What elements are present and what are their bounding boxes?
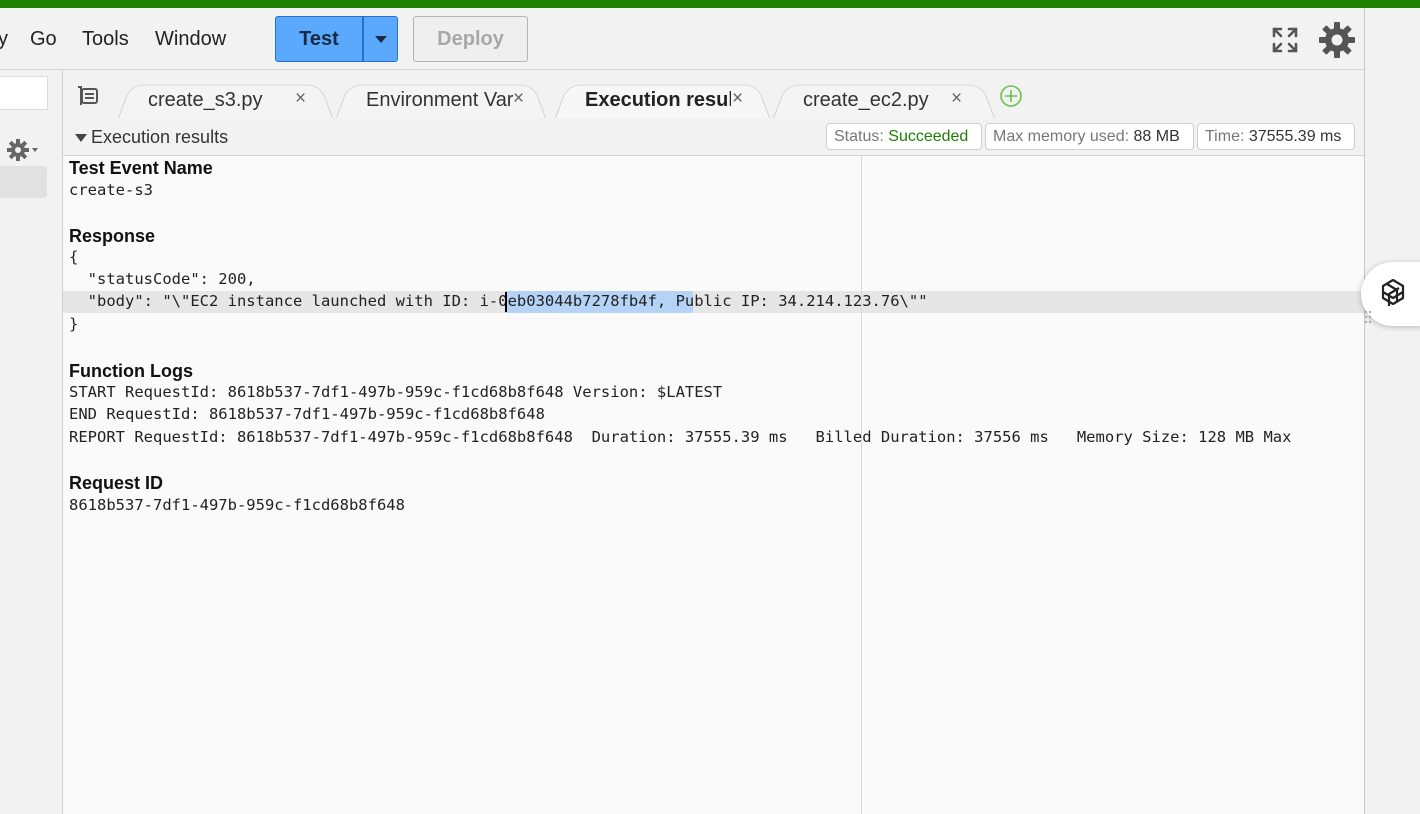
time-value: 37555.39 ms: [1248, 128, 1342, 145]
close-icon[interactable]: ×: [295, 88, 306, 110]
status-value: Succeeded: [888, 128, 969, 145]
close-icon[interactable]: ×: [513, 88, 524, 110]
menu-bar: y Go Tools Window Test Deploy: [0, 8, 1364, 70]
time-key: Time:: [1205, 128, 1245, 145]
tab-create-ec2[interactable]: create_ec2.py ×: [773, 80, 995, 118]
status-badge: Status: Succeeded: [826, 123, 982, 150]
sidebar-gear-icon[interactable]: [6, 138, 40, 162]
function-logs-heading: Function Logs: [69, 361, 193, 381]
sidebar-search-input[interactable]: [0, 76, 48, 110]
log-line: START RequestId: 8618b537-7df1-497b-959c…: [69, 383, 723, 401]
response-line: "statusCode": 200,: [69, 270, 256, 288]
memory-badge: Max memory used: 88 MB: [985, 123, 1194, 150]
chevron-down-icon: [374, 35, 387, 43]
log-line: END RequestId: 8618b537-7df1-497b-959c-f…: [69, 405, 545, 423]
menu-item-go[interactable]: Go: [30, 28, 57, 51]
editor-tab-bar: create_s3.py × Environment Vari × Execut…: [63, 70, 1364, 118]
collapse-caret-icon[interactable]: [75, 134, 87, 142]
tab-execution-results[interactable]: Execution results ×: [555, 80, 770, 118]
menu-item-view[interactable]: y: [0, 28, 8, 51]
status-key: Status:: [834, 128, 884, 145]
close-icon[interactable]: ×: [732, 88, 743, 110]
ai-assistant-icon: [1381, 278, 1405, 306]
assistant-floating-button[interactable]: [1361, 262, 1420, 326]
log-line: REPORT RequestId: 8618b537-7df1-497b-959…: [69, 428, 1292, 446]
test-button[interactable]: Test: [275, 16, 363, 62]
test-dropdown-button[interactable]: [363, 16, 398, 62]
gear-icon[interactable]: [1317, 20, 1357, 60]
print-margin-line: [861, 156, 862, 814]
memory-value: 88 MB: [1133, 128, 1180, 145]
execution-results-header: Execution results Status: Succeeded Max …: [63, 118, 1364, 156]
tab-label: Execution results: [585, 89, 731, 111]
response-line: }: [69, 315, 79, 333]
response-heading: Response: [69, 226, 156, 246]
response-line: {: [69, 248, 79, 266]
execution-output[interactable]: Test Event Name create-s3 Response { "st…: [63, 156, 1364, 814]
sidebar-selected-row[interactable]: [0, 166, 47, 198]
tab-label: create_ec2.py: [803, 89, 929, 111]
left-sidebar: [0, 70, 63, 814]
test-event-heading: Test Event Name: [69, 158, 213, 178]
top-accent-bar: [0, 0, 1420, 8]
close-icon[interactable]: ×: [951, 88, 962, 110]
tab-create-s3[interactable]: create_s3.py ×: [118, 80, 333, 118]
response-line: "body": "\"EC2 instance launched with ID…: [69, 292, 928, 310]
right-side-panel: [1364, 8, 1420, 814]
menu-item-tools[interactable]: Tools: [82, 28, 129, 51]
memory-key: Max memory used:: [993, 128, 1130, 145]
time-badge: Time: 37555.39 ms: [1197, 123, 1355, 150]
tab-label: Environment Vari: [366, 89, 513, 111]
request-id-heading: Request ID: [69, 473, 164, 493]
request-id-value: 8618b537-7df1-497b-959c-f1cd68b8f648: [69, 496, 405, 514]
deploy-button[interactable]: Deploy: [413, 16, 528, 62]
tab-environment-variables[interactable]: Environment Vari ×: [336, 80, 546, 118]
add-tab-icon[interactable]: [999, 84, 1023, 108]
tab-label: create_s3.py: [148, 89, 263, 111]
text-cursor: [505, 292, 507, 312]
results-title[interactable]: Execution results: [91, 127, 228, 148]
drag-handle-icon[interactable]: [1364, 310, 1372, 324]
menu-item-window[interactable]: Window: [155, 28, 226, 51]
test-event-value: create-s3: [69, 181, 153, 199]
fullscreen-icon[interactable]: [1270, 25, 1300, 55]
tab-list-icon[interactable]: [77, 86, 99, 106]
